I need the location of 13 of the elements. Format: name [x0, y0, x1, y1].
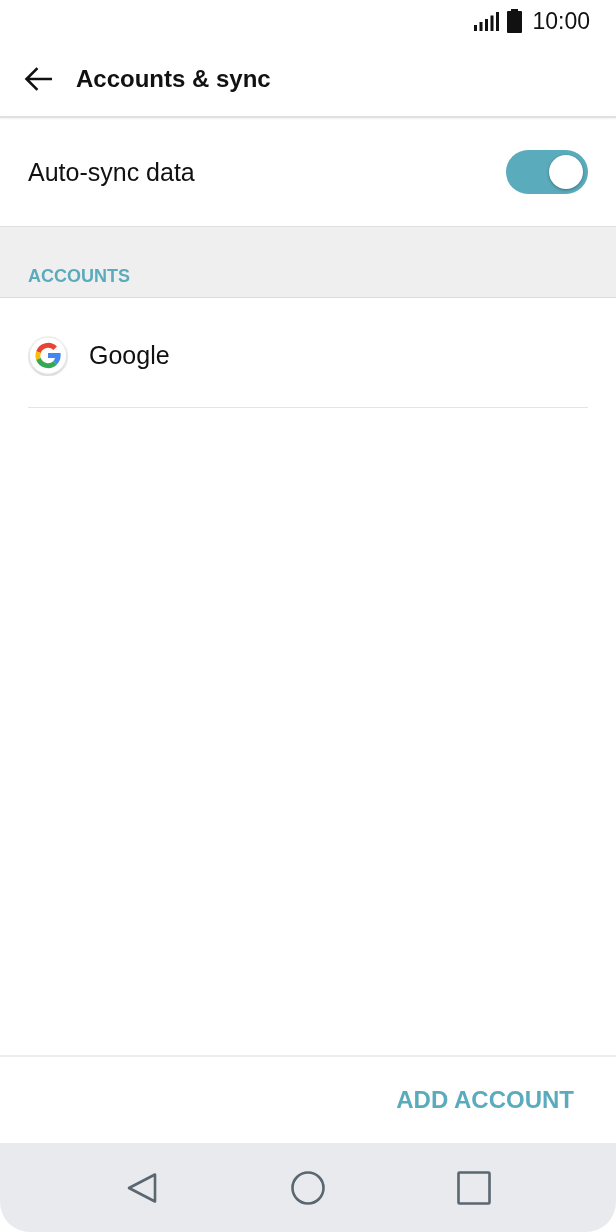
screen-title: Accounts & sync — [76, 65, 271, 93]
recents-icon[interactable] — [457, 1170, 491, 1205]
section-title: ACCOUNTS — [28, 266, 130, 287]
back-arrow-icon[interactable] — [24, 67, 52, 91]
g-logo-icon[interactable] — [28, 335, 68, 376]
battery-icon — [507, 9, 523, 33]
status-time: 10:00 — [532, 9, 590, 33]
back-icon[interactable] — [125, 1170, 159, 1205]
home-icon[interactable] — [291, 1170, 325, 1205]
toggle-switch[interactable] — [506, 150, 588, 194]
setting-label: Auto-sync data — [28, 157, 195, 187]
signal-icon — [474, 11, 500, 31]
account-name[interactable]: Google — [89, 341, 170, 370]
